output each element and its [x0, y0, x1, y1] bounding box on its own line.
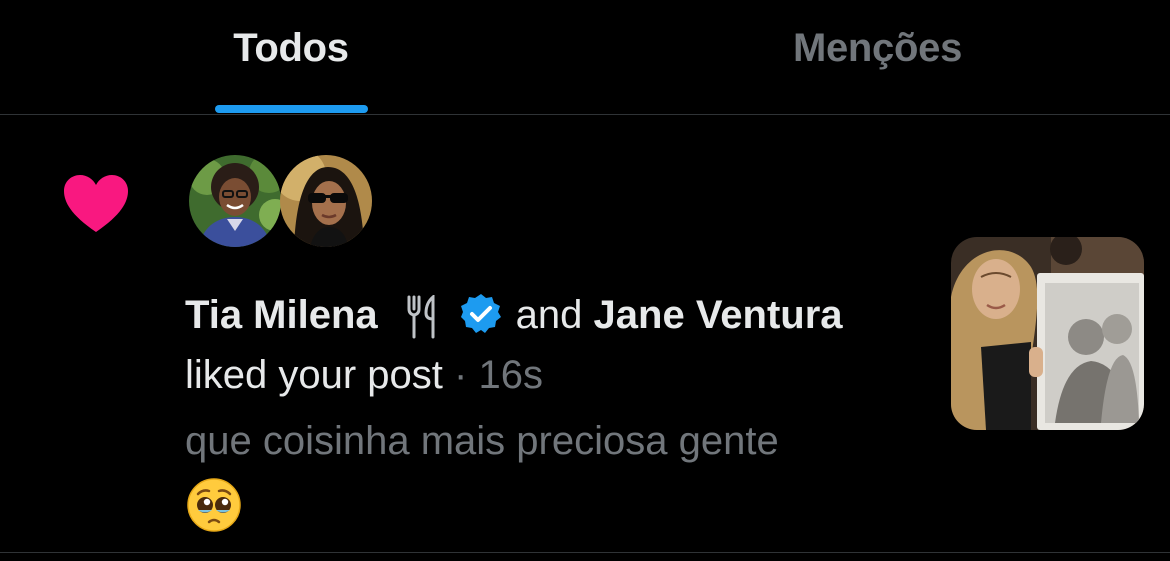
- fork-and-knife-icon: [407, 295, 435, 339]
- like-notification[interactable]: Tia Milena and Jane Ventura liked your p…: [0, 115, 1170, 553]
- notification-action: liked your post · 16s: [185, 350, 543, 400]
- timestamp: 16s: [478, 353, 544, 397]
- user-name-tia-milena[interactable]: Tia Milena: [185, 293, 378, 337]
- active-tab-indicator: [215, 105, 368, 113]
- user-name-jane-ventura[interactable]: Jane Ventura: [594, 293, 843, 337]
- notification-actors: Tia Milena and Jane Ventura: [185, 290, 843, 340]
- post-preview-text: que coisinha mais preciosa gente: [185, 419, 779, 463]
- separator-dot: ·: [454, 353, 468, 397]
- heart-icon: [64, 175, 128, 232]
- pleading-face-emoji: [187, 478, 241, 532]
- tab-bar: Todos Menções: [0, 0, 1170, 115]
- post-thumbnail[interactable]: [951, 237, 1144, 430]
- tab-todos[interactable]: Todos: [0, 26, 582, 71]
- avatar-jane-ventura[interactable]: [280, 155, 372, 247]
- avatar-tia-milena[interactable]: [189, 155, 281, 247]
- tab-mencoes[interactable]: Menções: [585, 26, 1170, 71]
- verified-badge-icon: [460, 294, 501, 334]
- action-text: liked your post: [185, 353, 443, 397]
- actors-connector: and: [515, 293, 583, 337]
